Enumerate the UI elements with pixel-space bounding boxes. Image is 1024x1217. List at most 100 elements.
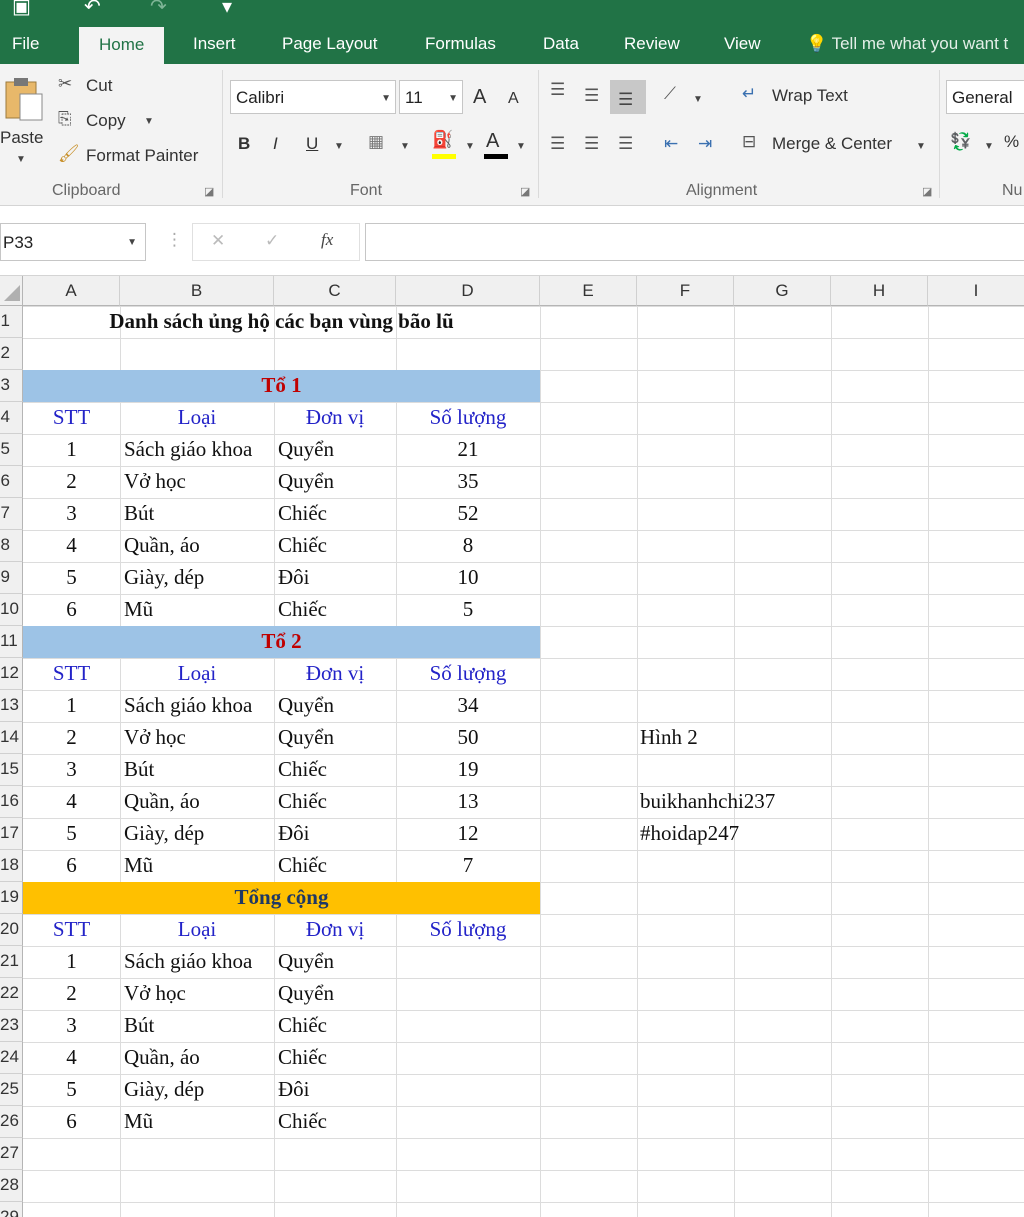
table-cell[interactable]: Vở học — [124, 466, 274, 498]
orientation-dropdown-icon[interactable]: ▼ — [693, 94, 703, 105]
font-color-dropdown-icon[interactable]: ▼ — [516, 141, 526, 152]
tab-home[interactable]: Home — [79, 27, 165, 64]
font-launcher-icon[interactable]: ◪ — [520, 185, 530, 198]
row-header[interactable]: 21 — [0, 946, 23, 978]
table-cell[interactable]: Giày, dép — [124, 1074, 274, 1106]
row-header[interactable]: 26 — [0, 1106, 23, 1138]
column-title-cell[interactable]: Loại — [120, 658, 274, 690]
table-cell[interactable]: Quần, áo — [124, 1042, 274, 1074]
table-cell[interactable]: 21 — [396, 434, 540, 466]
tab-file[interactable]: File — [12, 34, 39, 54]
column-title-cell[interactable]: Số lượng — [396, 658, 540, 690]
alignment-launcher-icon[interactable]: ◪ — [922, 185, 932, 198]
column-header-g[interactable]: G — [734, 276, 831, 306]
tab-page-layout[interactable]: Page Layout — [282, 34, 377, 54]
tab-review[interactable]: Review — [624, 34, 680, 54]
percent-style-button[interactable]: % — [1004, 132, 1019, 152]
row-header[interactable]: 28 — [0, 1170, 23, 1202]
merge-dropdown-icon[interactable]: ▼ — [916, 141, 926, 152]
table-cell[interactable]: Chiếc — [278, 1106, 396, 1138]
shrink-font-icon[interactable]: A — [508, 90, 519, 108]
table-cell[interactable]: Vở học — [124, 978, 274, 1010]
column-title-cell[interactable]: STT — [23, 914, 120, 946]
accounting-dropdown-icon[interactable]: ▼ — [984, 141, 994, 152]
table-cell[interactable]: Chiếc — [278, 530, 396, 562]
orientation-icon[interactable]: ⟋ — [664, 84, 676, 104]
column-title-cell[interactable]: Đơn vị — [274, 402, 396, 434]
table-cell[interactable]: Vở học — [124, 722, 274, 754]
row-header[interactable]: 22 — [0, 978, 23, 1010]
table-cell[interactable]: Bút — [124, 498, 274, 530]
table-cell[interactable]: Chiếc — [278, 1042, 396, 1074]
table-cell[interactable]: Bút — [124, 754, 274, 786]
table-cell[interactable]: 5 — [396, 594, 540, 626]
table-cell[interactable]: 6 — [23, 1106, 120, 1138]
table-cell[interactable]: 19 — [396, 754, 540, 786]
formula-input[interactable] — [365, 223, 1024, 261]
table-cell[interactable]: Quyển — [278, 978, 396, 1010]
tab-view[interactable]: View — [724, 34, 761, 54]
italic-button[interactable]: I — [273, 134, 278, 154]
row-header[interactable]: 14 — [0, 722, 23, 754]
table-cell[interactable]: Chiếc — [278, 786, 396, 818]
note-cell[interactable]: Hình 2 — [640, 722, 830, 754]
row-header[interactable]: 5 — [0, 434, 23, 466]
bold-button[interactable]: B — [238, 134, 250, 154]
tab-data[interactable]: Data — [543, 34, 579, 54]
total-label[interactable]: Tổng cộng — [23, 882, 540, 914]
row-header[interactable]: 13 — [0, 690, 23, 722]
table-cell[interactable]: Mũ — [124, 850, 274, 882]
tab-formulas[interactable]: Formulas — [425, 34, 496, 54]
column-header-c[interactable]: C — [274, 276, 396, 306]
decrease-indent-icon[interactable]: ⇤ — [664, 134, 678, 154]
row-header[interactable]: 15 — [0, 754, 23, 786]
table-cell[interactable] — [396, 978, 540, 1010]
row-header[interactable]: 25 — [0, 1074, 23, 1106]
table-cell[interactable]: 52 — [396, 498, 540, 530]
select-all-button[interactable] — [0, 276, 23, 306]
align-top-icon[interactable]: ☰ — [550, 80, 565, 100]
row-header[interactable]: 16 — [0, 786, 23, 818]
column-header-d[interactable]: D — [396, 276, 540, 306]
row-header[interactable]: 27 — [0, 1138, 23, 1170]
font-size-dropdown[interactable]: 11 ▼ — [399, 80, 463, 114]
table-cell[interactable]: 5 — [23, 1074, 120, 1106]
table-cell[interactable]: 7 — [396, 850, 540, 882]
align-right-icon[interactable]: ☰ — [618, 134, 633, 154]
column-title-cell[interactable]: Đơn vị — [274, 658, 396, 690]
column-header-h[interactable]: H — [831, 276, 928, 306]
borders-dropdown-icon[interactable]: ▼ — [400, 141, 410, 152]
table-cell[interactable]: Quần, áo — [124, 786, 274, 818]
table-cell[interactable] — [396, 1042, 540, 1074]
table-cell[interactable]: Đôi — [278, 1074, 396, 1106]
table-cell[interactable]: Quyển — [278, 466, 396, 498]
row-header[interactable]: 24 — [0, 1042, 23, 1074]
table-cell[interactable]: Mũ — [124, 1106, 274, 1138]
row-header[interactable]: 19 — [0, 882, 23, 914]
column-header-b[interactable]: B — [120, 276, 274, 306]
column-title-cell[interactable]: Loại — [120, 402, 274, 434]
row-header[interactable]: 7 — [0, 498, 23, 530]
row-header[interactable]: 2 — [0, 338, 23, 370]
row-header[interactable]: 20 — [0, 914, 23, 946]
group2-label[interactable]: Tổ 2 — [23, 626, 540, 658]
table-cell[interactable]: Giày, dép — [124, 562, 274, 594]
name-box[interactable]: P33 ▼ — [0, 223, 146, 261]
paste-button[interactable]: Paste ▼ — [0, 74, 48, 174]
table-cell[interactable]: Quyển — [278, 434, 396, 466]
table-cell[interactable]: 3 — [23, 498, 120, 530]
table-cell[interactable]: Chiếc — [278, 594, 396, 626]
note-cell[interactable]: buikhanhchi237 — [640, 786, 830, 818]
table-cell[interactable]: 5 — [23, 818, 120, 850]
column-title-cell[interactable]: Đơn vị — [274, 914, 396, 946]
column-title-cell[interactable]: STT — [23, 402, 120, 434]
table-cell[interactable]: 6 — [23, 594, 120, 626]
table-cell[interactable]: 4 — [23, 786, 120, 818]
table-cell[interactable]: Mũ — [124, 594, 274, 626]
column-title-cell[interactable]: Số lượng — [396, 402, 540, 434]
table-cell[interactable]: 1 — [23, 946, 120, 978]
note-cell[interactable]: #hoidap247 — [640, 818, 830, 850]
copy-dropdown-icon[interactable]: ▼ — [144, 116, 154, 127]
column-header-e[interactable]: E — [540, 276, 637, 306]
chevron-down-icon[interactable]: ▼ — [127, 237, 137, 248]
